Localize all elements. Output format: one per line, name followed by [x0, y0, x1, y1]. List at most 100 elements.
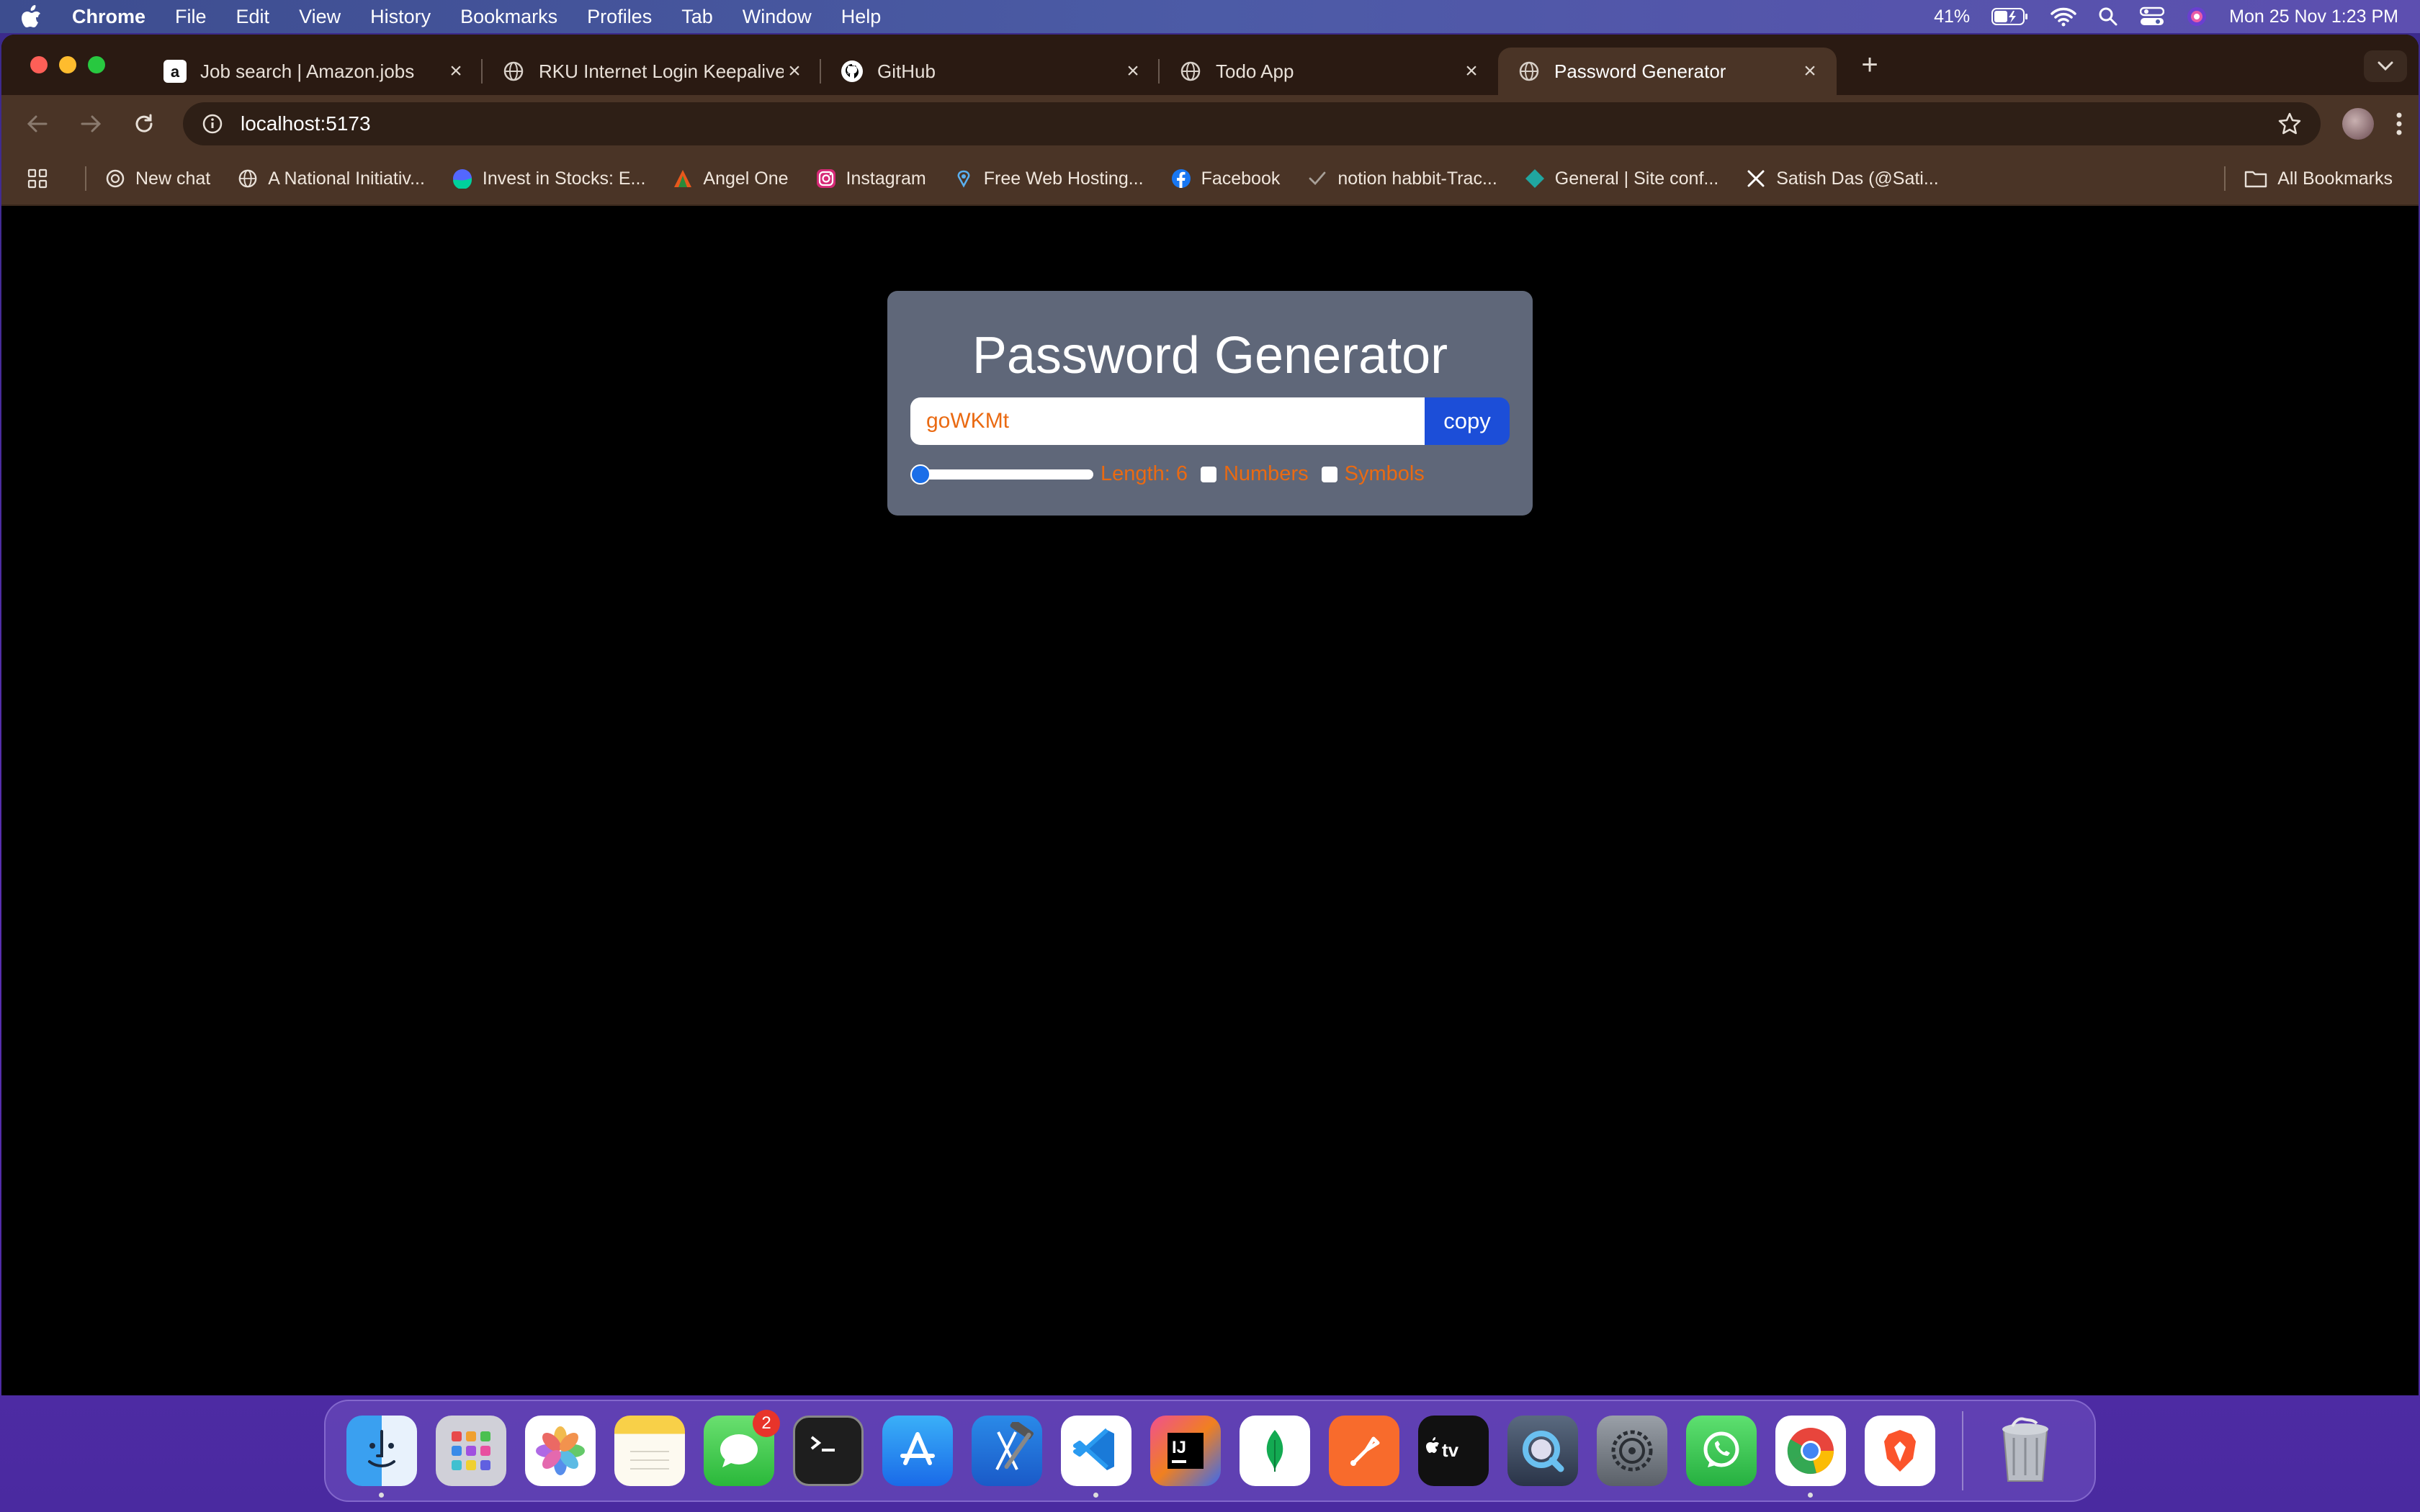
- bookmark-national-initiative[interactable]: A National Initiativ...: [238, 168, 425, 189]
- siri-icon[interactable]: [2186, 6, 2208, 27]
- menu-tab[interactable]: Tab: [681, 6, 713, 28]
- menu-view[interactable]: View: [299, 6, 341, 28]
- minimize-window-button[interactable]: [59, 56, 76, 73]
- more-menu-icon[interactable]: [2396, 112, 2403, 136]
- dock-trash[interactable]: [1990, 1416, 2061, 1486]
- numbers-checkbox[interactable]: [1200, 466, 1216, 482]
- globe-icon: [238, 168, 258, 189]
- tab-github[interactable]: GitHub ×: [821, 48, 1160, 95]
- menu-help[interactable]: Help: [841, 6, 882, 28]
- copy-button[interactable]: copy: [1425, 397, 1510, 445]
- password-field[interactable]: [910, 397, 1425, 445]
- bookmark-facebook[interactable]: Facebook: [1171, 168, 1280, 189]
- tab-amazon-jobs[interactable]: a Job search | Amazon.jobs ×: [144, 48, 483, 95]
- dock-finder[interactable]: [346, 1416, 417, 1498]
- dock-postman[interactable]: [1329, 1416, 1399, 1486]
- vscode-icon: [1073, 1428, 1114, 1470]
- bookmark-invest-stocks[interactable]: Invest in Stocks: E...: [452, 168, 645, 189]
- xcode-icon: [995, 1422, 1034, 1470]
- close-tab-icon[interactable]: ×: [784, 59, 805, 84]
- dock-brave[interactable]: [1865, 1416, 1935, 1486]
- bookmark-satish-das[interactable]: Satish Das (@Sati...: [1746, 168, 1939, 189]
- menu-profiles[interactable]: Profiles: [587, 6, 652, 28]
- menu-window[interactable]: Window: [743, 6, 812, 28]
- password-row: copy: [910, 397, 1510, 445]
- dock-messages[interactable]: 2: [704, 1410, 780, 1486]
- tab-title: GitHub: [877, 60, 936, 82]
- folder-icon: [2244, 168, 2267, 189]
- length-slider[interactable]: [910, 464, 1093, 485]
- close-window-button[interactable]: [30, 56, 48, 73]
- dock-mongodb-compass[interactable]: [1240, 1416, 1310, 1486]
- bookmark-general-site-config[interactable]: General | Site conf...: [1525, 168, 1718, 189]
- dock-photos[interactable]: [525, 1416, 596, 1486]
- dock-whatsapp[interactable]: [1686, 1416, 1757, 1486]
- app-store-icon: [900, 1432, 935, 1465]
- menu-edit[interactable]: Edit: [236, 6, 270, 28]
- mongodb-leaf-icon: [1266, 1430, 1283, 1472]
- bookmark-new-chat[interactable]: New chat: [105, 168, 210, 189]
- close-tab-icon[interactable]: ×: [1461, 59, 1482, 84]
- dock-xcode[interactable]: [972, 1416, 1042, 1486]
- options-row: Length: 6 Numbers Symbols: [910, 462, 1510, 486]
- tab-title: Password Generator: [1554, 60, 1726, 82]
- reload-icon: [135, 114, 153, 132]
- wifi-icon[interactable]: [2051, 6, 2076, 27]
- tab-password-generator[interactable]: Password Generator ×: [1498, 48, 1837, 95]
- close-tab-icon[interactable]: ×: [445, 59, 467, 84]
- symbols-label[interactable]: Symbols: [1345, 462, 1425, 486]
- tab-title: Todo App: [1216, 60, 1294, 82]
- site-info-icon[interactable]: [202, 112, 225, 135]
- menu-app-name[interactable]: Chrome: [72, 6, 145, 28]
- slider-thumb[interactable]: [910, 464, 931, 485]
- bookmark-instagram[interactable]: Instagram: [816, 168, 926, 189]
- dock-launchpad[interactable]: [436, 1416, 506, 1486]
- dock-app-store[interactable]: [882, 1416, 953, 1486]
- apps-grid-button[interactable]: [27, 168, 58, 189]
- tab-search-button[interactable]: [2364, 50, 2407, 82]
- bookmark-label: General | Site conf...: [1554, 168, 1719, 189]
- dock-chrome[interactable]: [1775, 1416, 1846, 1498]
- address-bar[interactable]: localhost:5173: [183, 102, 2321, 145]
- close-tab-icon[interactable]: ×: [1799, 59, 1821, 84]
- fullscreen-window-button[interactable]: [88, 56, 105, 73]
- numbers-label[interactable]: Numbers: [1224, 462, 1309, 486]
- menu-history[interactable]: History: [370, 6, 431, 28]
- all-bookmarks-button[interactable]: All Bookmarks: [2244, 168, 2393, 189]
- dock-vscode[interactable]: [1061, 1416, 1131, 1498]
- dock-apple-tv[interactable]: tv: [1418, 1416, 1489, 1486]
- forward-button[interactable]: [71, 104, 111, 144]
- bookmarks-bar: New chat A National Initiativ... Invest …: [1, 153, 2419, 206]
- bookmark-free-web-hosting[interactable]: Free Web Hosting...: [954, 168, 1144, 189]
- dock-quicktime[interactable]: [1507, 1416, 1578, 1486]
- dock-terminal[interactable]: [793, 1416, 864, 1486]
- menu-file[interactable]: File: [175, 6, 207, 28]
- tab-rku-login[interactable]: RKU Internet Login Keepalive ×: [483, 48, 821, 95]
- dock-notes[interactable]: [614, 1416, 685, 1486]
- address-url[interactable]: localhost:5173: [241, 112, 371, 135]
- reload-button[interactable]: [124, 104, 164, 144]
- dock-intellij[interactable]: IJ: [1150, 1416, 1221, 1486]
- tab-todo-app[interactable]: Todo App ×: [1160, 48, 1498, 95]
- window-controls: [30, 56, 105, 73]
- apple-menu-icon[interactable]: [22, 4, 43, 29]
- close-tab-icon[interactable]: ×: [1122, 59, 1144, 84]
- bookmark-label: Free Web Hosting...: [983, 168, 1144, 189]
- terminal-icon: [810, 1436, 835, 1452]
- battery-percent: 41%: [1934, 6, 1971, 27]
- menubar-datetime[interactable]: Mon 25 Nov 1:23 PM: [2229, 6, 2398, 27]
- battery-icon[interactable]: [1991, 7, 2029, 26]
- bookmark-star-icon[interactable]: [2277, 112, 2302, 136]
- bookmark-angel-one[interactable]: Angel One: [673, 168, 789, 189]
- back-button[interactable]: [17, 104, 58, 144]
- dock-system-settings[interactable]: [1597, 1416, 1667, 1486]
- new-tab-button[interactable]: +: [1855, 49, 1884, 81]
- control-center-icon[interactable]: [2140, 6, 2165, 27]
- spotlight-search-icon[interactable]: [2098, 6, 2118, 27]
- apps-grid-icon: [27, 168, 48, 189]
- symbols-checkbox[interactable]: [1321, 466, 1337, 482]
- photos-icon: [536, 1426, 585, 1475]
- menu-bookmarks[interactable]: Bookmarks: [460, 6, 557, 28]
- bookmark-notion-habit-tracker[interactable]: notion habbit-Trac...: [1307, 168, 1497, 189]
- profile-avatar[interactable]: [2342, 108, 2374, 140]
